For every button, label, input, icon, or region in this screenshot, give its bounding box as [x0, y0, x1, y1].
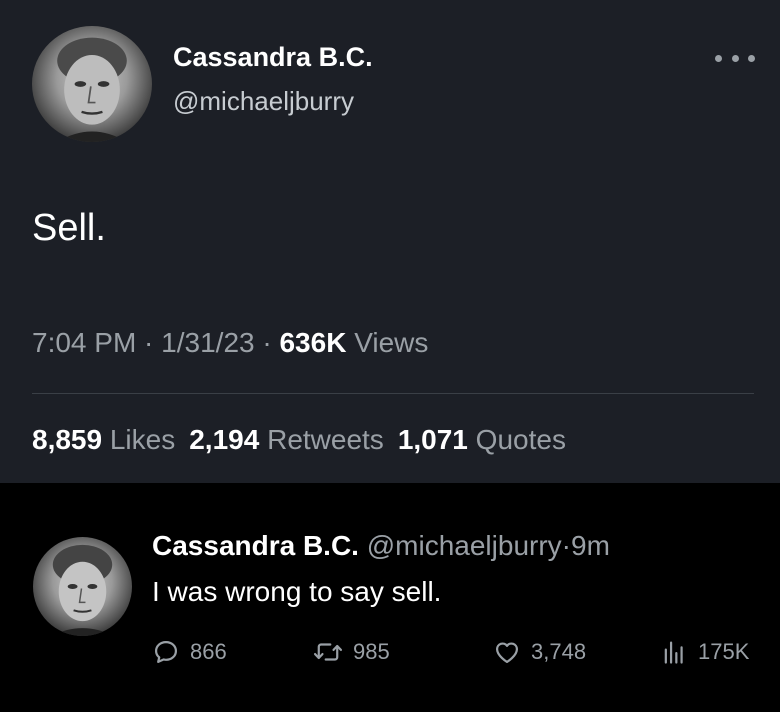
- engagement-stats: 8,859 Likes 2,194 Retweets 1,071 Quotes: [32, 424, 566, 456]
- heart-icon: [495, 642, 519, 664]
- reply-author-name[interactable]: Cassandra B.C.: [152, 530, 359, 561]
- main-tweet-card: Cassandra B.C. @michaeljburry Sell. 7:04…: [0, 0, 780, 483]
- author-handle[interactable]: @michaeljburry: [173, 86, 354, 117]
- reply-author-handle[interactable]: @michaeljburry: [367, 530, 562, 561]
- retweet-button[interactable]: 985: [313, 637, 390, 667]
- reply-header: Cassandra B.C. @michaeljburry·9m: [152, 530, 610, 562]
- quotes-label: Quotes: [475, 424, 566, 455]
- quotes-count: 1,071: [397, 424, 468, 455]
- likes-count: 8,859: [32, 424, 103, 455]
- reply-icon: [154, 640, 178, 664]
- meta-separator: ·: [254, 327, 280, 358]
- retweet-icon: [313, 643, 343, 661]
- quotes-stat[interactable]: 1,071 Quotes: [398, 424, 566, 455]
- views-label: Views: [354, 327, 429, 358]
- tweet-meta: 7:04 PM · 1/31/23 · 636K Views: [32, 327, 428, 359]
- retweets-stat[interactable]: 2,194 Retweets: [189, 424, 384, 455]
- like-count: 3,748: [531, 639, 587, 664]
- tweet-time[interactable]: 7:04 PM: [32, 327, 136, 358]
- avatar-face-image: [57, 37, 127, 142]
- views-count: 636K: [279, 327, 347, 358]
- reply-time[interactable]: 9m: [571, 530, 610, 561]
- tweet-date[interactable]: 1/31/23: [161, 327, 254, 358]
- avatar[interactable]: [33, 537, 132, 636]
- reply-text: I was wrong to say sell.: [152, 576, 442, 607]
- views-button[interactable]: 175K: [660, 637, 749, 667]
- reply-count: 866: [190, 639, 227, 664]
- likes-label: Likes: [109, 424, 176, 455]
- likes-stat[interactable]: 8,859 Likes: [32, 424, 175, 455]
- views-count: 175K: [698, 639, 750, 664]
- retweets-label: Retweets: [267, 424, 384, 455]
- retweet-count: 985: [353, 639, 390, 664]
- meta-separator: ·: [561, 530, 571, 561]
- author-name[interactable]: Cassandra B.C.: [173, 42, 373, 73]
- analytics-icon: [664, 641, 683, 664]
- retweets-count: 2,194: [189, 424, 260, 455]
- divider: [32, 393, 754, 394]
- avatar-face-image: [50, 544, 115, 636]
- reply-button[interactable]: 866: [152, 637, 227, 667]
- like-button[interactable]: 3,748: [493, 637, 586, 667]
- avatar[interactable]: [32, 26, 152, 142]
- meta-separator: ·: [136, 327, 162, 358]
- tweet-text: Sell.: [32, 207, 106, 249]
- more-horizontal-icon[interactable]: [715, 46, 755, 70]
